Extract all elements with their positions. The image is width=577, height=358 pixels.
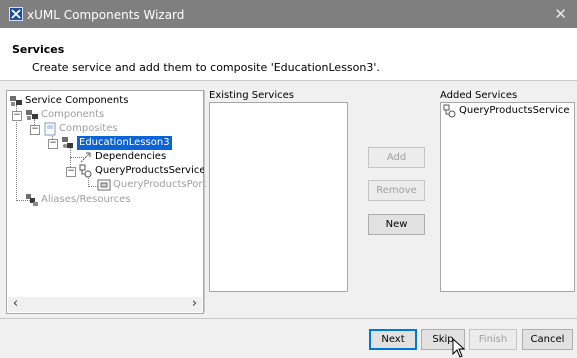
tree-item-label: QueryProductsPort (113, 179, 207, 190)
service-icon (443, 104, 456, 118)
existing-services-list[interactable] (209, 102, 348, 292)
tree-item-label: Composites (59, 123, 118, 134)
collapse-toggle[interactable]: − (12, 111, 22, 121)
existing-services-area: Existing Services Add Remove New (204, 90, 437, 312)
tree-item-composites[interactable]: Composites (43, 122, 118, 136)
tree-item-service-components[interactable]: Service Components (9, 94, 128, 108)
title-bar: xUML Components Wizard ✕ (0, 0, 577, 28)
composite-icon (62, 137, 73, 148)
collapse-toggle[interactable]: − (66, 167, 76, 177)
tree-item-label: Components (41, 109, 105, 120)
tree-item-components[interactable]: Components (25, 108, 104, 122)
tree-item-queryproductsservice[interactable]: QueryProductsService (79, 164, 206, 178)
cancel-button[interactable]: Cancel (522, 329, 573, 350)
components-icon (26, 110, 38, 120)
close-icon[interactable]: ✕ (554, 5, 567, 23)
collapse-toggle[interactable]: − (30, 125, 40, 135)
tree-item-label: QueryProductsService (95, 165, 206, 176)
added-services-label: Added Services (440, 90, 518, 101)
footer-divider (0, 318, 577, 319)
remove-button[interactable]: Remove (368, 180, 425, 201)
mouse-pointer-icon (452, 338, 466, 358)
list-item-label: QueryProductsService (459, 105, 570, 116)
page-description: Create service and add them to composite… (32, 61, 380, 74)
wizard-header: Services Create service and add them to … (0, 28, 577, 81)
finish-button[interactable]: Finish (469, 329, 517, 350)
tree-item-aliases-resources[interactable]: Aliases/Resources (25, 193, 131, 207)
next-button[interactable]: Next (369, 329, 417, 350)
dependency-icon (80, 152, 91, 163)
port-icon (97, 179, 111, 191)
tree-item-label: Aliases/Resources (41, 194, 131, 205)
package-icon (10, 96, 22, 106)
aliases-icon (26, 194, 38, 206)
tree-item-label: EducationLesson3 (77, 136, 172, 150)
components-tree[interactable]: Service Components − Components − Compos… (6, 90, 206, 314)
added-services-list[interactable]: QueryProductsService (440, 102, 575, 292)
tree-item-queryproductsport[interactable]: QueryProductsPort (97, 178, 206, 192)
service-icon (79, 164, 92, 178)
scroll-right-icon[interactable]: › (187, 297, 202, 312)
tree-item-label: Service Components (25, 95, 129, 106)
page-title: Services (12, 43, 65, 56)
list-item[interactable]: QueryProductsService (443, 104, 570, 118)
composites-icon (44, 122, 56, 136)
horizontal-scrollbar[interactable]: ‹ › (8, 297, 202, 312)
wizard-app-icon (9, 7, 23, 21)
new-button[interactable]: New (368, 214, 425, 235)
scroll-left-icon[interactable]: ‹ (8, 297, 23, 312)
collapse-toggle[interactable]: − (48, 139, 58, 149)
tree-item-dependencies[interactable]: Dependencies (79, 150, 166, 164)
tree-item-educationlesson3[interactable]: EducationLesson3 (61, 136, 172, 150)
tree-item-label: Dependencies (95, 151, 167, 162)
add-button[interactable]: Add (368, 147, 425, 168)
existing-services-label: Existing Services (209, 90, 294, 101)
window-title: xUML Components Wizard (27, 8, 185, 22)
